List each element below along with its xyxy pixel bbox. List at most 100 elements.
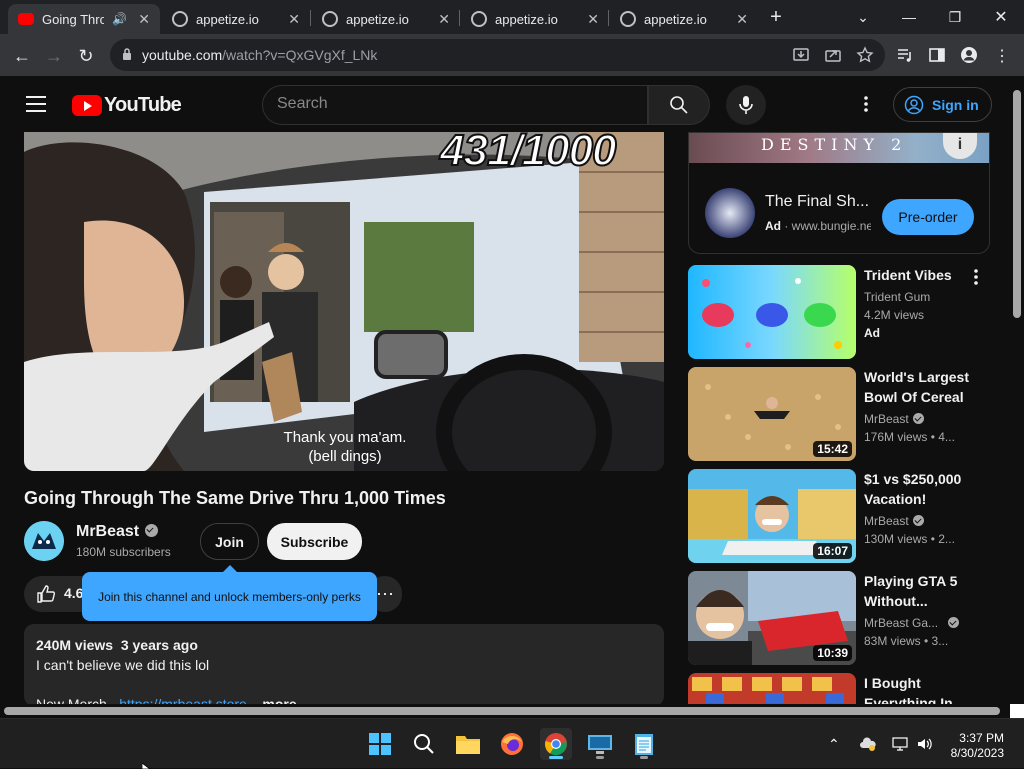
windows-start-button[interactable] [364, 728, 396, 760]
channel-avatar[interactable] [24, 521, 64, 561]
recommended-video-title[interactable]: Trident Vibes [864, 265, 974, 285]
forward-arrow-icon[interactable]: → [40, 42, 68, 70]
channel-name[interactable]: MrBeast [76, 523, 159, 541]
new-tab-button[interactable]: + [758, 0, 794, 34]
firefox-button[interactable] [496, 728, 528, 760]
tab-appetize-1[interactable]: appetize.io ✕ [162, 4, 310, 34]
tab-appetize-3[interactable]: appetize.io ✕ [461, 4, 609, 34]
show-hidden-icons-chevron-icon[interactable]: ⌃ [828, 736, 844, 752]
volume-icon[interactable] [916, 736, 932, 752]
close-tab-icon[interactable]: ✕ [138, 11, 150, 28]
firefox-icon [501, 733, 523, 755]
search-input[interactable] [277, 95, 637, 113]
reload-icon[interactable]: ↻ [72, 42, 100, 70]
taskbar-search-button[interactable] [408, 728, 440, 760]
scrollbar-corner [1010, 704, 1024, 718]
notepad-button[interactable] [628, 728, 660, 760]
thumbnail-image [688, 673, 856, 704]
file-explorer-button[interactable] [452, 728, 484, 760]
video-thumbnail[interactable]: 10:39 [688, 571, 856, 665]
video-player[interactable] [24, 132, 664, 471]
more-vertical-icon[interactable] [968, 267, 984, 287]
recommended-video[interactable]: I Bought Everything In... [688, 673, 998, 704]
subscriber-count: 180M subscribers [76, 545, 171, 559]
minimize-button[interactable]: — [886, 0, 932, 34]
tab-appetize-4[interactable]: appetize.io ✕ [610, 4, 758, 34]
tab-appetize-2[interactable]: appetize.io ✕ [312, 4, 460, 34]
recommended-video[interactable]: 16:07 $1 vs $250,000 Vacation! MrBeast 13… [688, 469, 998, 563]
recommended-video-title[interactable]: $1 vs $250,000 Vacation! [864, 469, 974, 509]
subscribe-button[interactable]: Subscribe [267, 523, 362, 560]
lock-icon[interactable] [122, 47, 132, 61]
share-icon[interactable] [824, 46, 842, 64]
youtube-header: YouTube Sign in [0, 76, 1010, 132]
video-thumbnail[interactable]: 15:42 [688, 367, 856, 461]
recommended-channel: MrBeast [864, 412, 924, 426]
video-duration: 15:42 [813, 441, 852, 457]
globe-icon [620, 11, 636, 27]
recommended-video-title[interactable]: World's Largest Bowl Of Cereal [864, 367, 974, 407]
profile-icon[interactable] [960, 46, 978, 64]
install-app-icon[interactable] [792, 46, 810, 64]
ad-title[interactable]: The Final Sh... [765, 193, 869, 211]
video-thumbnail[interactable] [688, 265, 856, 359]
notepad-icon [635, 734, 653, 755]
remote-desktop-button[interactable] [584, 728, 616, 760]
description-box[interactable]: 240M views 3 years ago I can't believe w… [24, 624, 664, 706]
hamburger-menu-icon[interactable] [26, 96, 46, 112]
channel-text: MrBeast [864, 412, 909, 426]
sponsored-ad-card[interactable]: DESTINY 2 i The Final Sh... Ad · www.bun… [688, 132, 990, 254]
join-button[interactable]: Join [200, 523, 259, 560]
tab-search-chevron-icon[interactable]: ⌄ [840, 0, 886, 34]
system-clock[interactable]: 3:37 PM 8/30/2023 [944, 731, 1004, 761]
network-icon[interactable] [892, 736, 908, 752]
video-thumbnail[interactable]: 16:07 [688, 469, 856, 563]
caption-line: (bell dings) [308, 448, 382, 465]
recommended-video[interactable]: Trident Vibes Trident Gum 4.2M views Ad [688, 265, 998, 359]
youtube-play-icon [72, 95, 102, 116]
recommended-video[interactable]: 15:42 World's Largest Bowl Of Cereal MrBe… [688, 367, 998, 461]
bookmark-star-icon[interactable] [856, 46, 874, 64]
ad-banner-text: DESTINY 2 [761, 135, 908, 154]
back-arrow-icon[interactable]: ← [8, 42, 36, 70]
title-line: Trident Vibes [864, 267, 952, 283]
horizontal-scrollbar[interactable] [0, 704, 1010, 718]
chrome-button[interactable] [540, 728, 572, 760]
tab-youtube[interactable]: Going Through 🔊 ✕ [8, 4, 160, 34]
close-tab-icon[interactable]: ✕ [587, 11, 599, 28]
close-window-button[interactable]: ✕ [978, 0, 1024, 34]
close-tab-icon[interactable]: ✕ [438, 11, 450, 28]
search-button[interactable] [648, 85, 710, 125]
audio-playing-icon[interactable]: 🔊 [112, 12, 127, 26]
preorder-button[interactable]: Pre-order [882, 199, 974, 235]
mrbeast-logo-icon [24, 521, 64, 561]
youtube-logo[interactable]: YouTube [72, 94, 182, 117]
vertical-scrollbar[interactable] [1010, 76, 1024, 704]
media-controls-icon[interactable] [896, 46, 914, 64]
close-tab-icon[interactable]: ✕ [288, 11, 300, 28]
video-title: Going Through The Same Drive Thru 1,000 … [24, 488, 446, 508]
recommended-video[interactable]: 10:39 Playing GTA 5 Without... MrBeast Ga… [688, 571, 998, 665]
address-bar[interactable]: youtube.com/watch?v=QxGVgXf_LNk [110, 39, 885, 71]
video-thumbnail[interactable] [688, 673, 856, 704]
settings-more-icon[interactable] [856, 94, 876, 114]
recommended-video-title[interactable]: I Bought Everything In... [864, 673, 974, 704]
restore-button[interactable]: ❐ [932, 0, 978, 34]
side-panel-icon[interactable] [928, 46, 946, 64]
join-tooltip: Join this channel and unlock members-onl… [82, 565, 377, 621]
sign-in-button[interactable]: Sign in [893, 87, 992, 122]
close-tab-icon[interactable]: ✕ [736, 11, 748, 28]
browser-menu-icon[interactable]: ⋮ [988, 42, 1016, 70]
scrollbar-thumb[interactable] [4, 707, 1000, 715]
tab-title: appetize.io [196, 11, 259, 27]
voice-search-button[interactable] [726, 85, 766, 125]
recommended-channel: Trident Gum [864, 290, 931, 304]
search-box[interactable] [262, 85, 648, 125]
search-icon [414, 734, 434, 754]
recommended-video-title[interactable]: Playing GTA 5 Without... [864, 571, 974, 611]
url-text: youtube.com/watch?v=QxGVgXf_LNk [142, 47, 377, 63]
youtube-favicon-icon [18, 13, 34, 25]
monitor-icon [588, 735, 612, 754]
scrollbar-thumb[interactable] [1013, 90, 1021, 318]
onedrive-status-icon[interactable] [860, 736, 876, 752]
